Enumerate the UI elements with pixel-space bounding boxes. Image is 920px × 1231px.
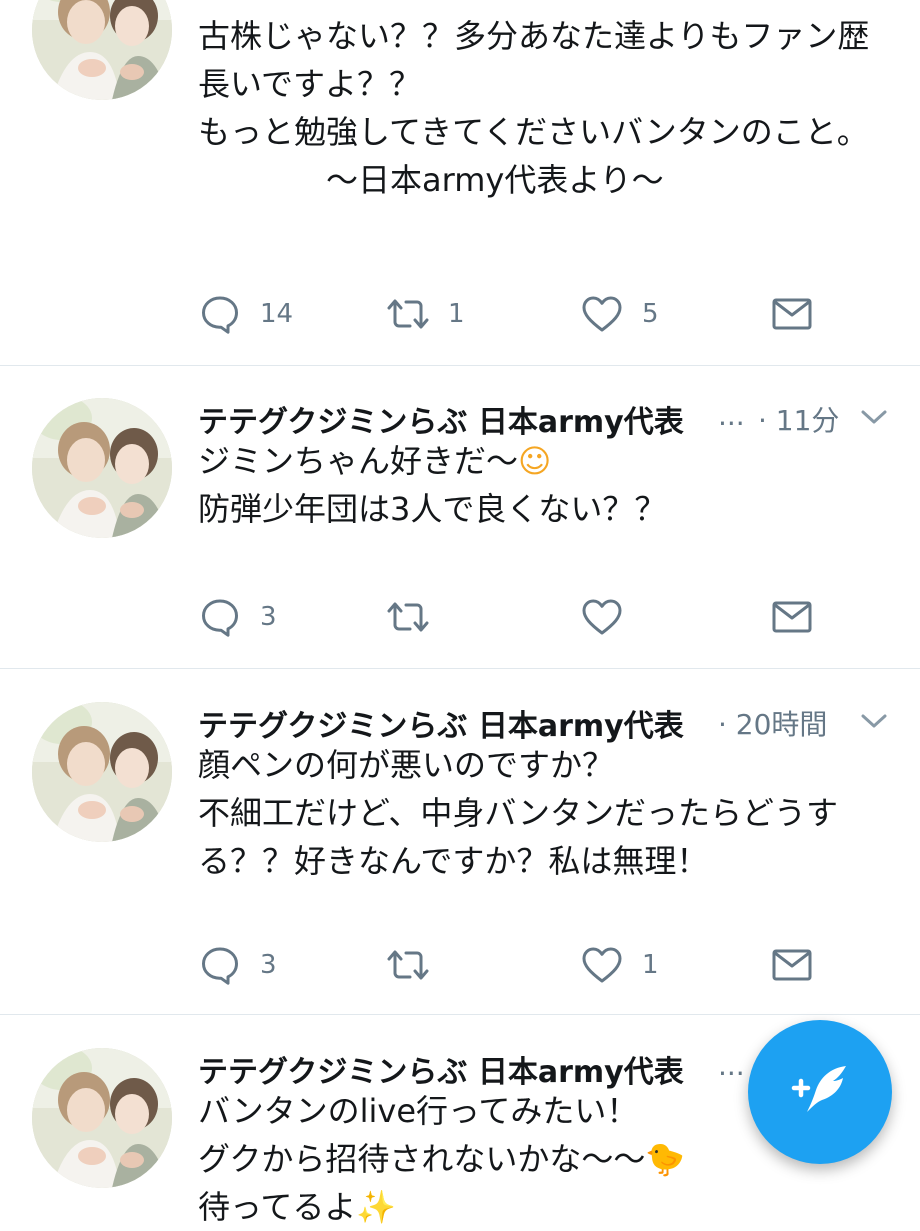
avatar[interactable] <box>32 702 172 842</box>
chick-emoji: 🐤 <box>645 1140 686 1178</box>
author-name[interactable]: テテグクジミンらぶ 日本army代表 <box>198 1047 684 1091</box>
tweet-actions: 3 <box>198 591 848 643</box>
tweet-text: ジミンちゃん好きだ〜☺ 防弾少年団は3人で良くない？？ <box>198 437 890 533</box>
tweet-text: 顔ペンの何が悪いのですか？ 不細工だけど、中身バンタンだったらどうす る？？好き… <box>198 741 890 885</box>
tweet-line: る？？好きなんですか？私は無理！ <box>198 842 709 880</box>
dm-button[interactable] <box>770 591 814 643</box>
tweet-line: もっと勉強してきてくださいバンタンのこと。 <box>198 113 869 151</box>
tweet-line: 〜日本army代表より〜 <box>262 161 664 199</box>
tweet-3[interactable]: テテグクジミンらぶ 日本army代表 · 20時間 顔ペンの何が悪いのですか？ … <box>0 669 920 1015</box>
envelope-icon <box>770 292 814 336</box>
tweet-line: 古株じゃない？？多分あなた達よりもファン歴 <box>198 17 870 55</box>
envelope-icon <box>770 943 814 987</box>
timestamp[interactable]: · 11分 <box>758 399 839 439</box>
tweet-line: 顔ペンの何が悪いのですか？ <box>198 746 615 784</box>
tweet-line-text: グクから招待されないかな〜〜 <box>198 1140 646 1178</box>
tweet-line: 防弾少年団は3人で良くない？？ <box>198 490 667 528</box>
tweet-actions: 14 1 5 <box>198 288 848 340</box>
retweet-button[interactable] <box>386 591 448 643</box>
compose-tweet-icon <box>791 1066 846 1112</box>
retweet-icon <box>386 292 430 336</box>
heart-icon <box>580 595 624 639</box>
tweet-line: 不細工だけど、中身バンタンだったらどうす <box>198 794 839 832</box>
chevron-down-icon[interactable] <box>860 407 888 427</box>
tweet-header: テテグクジミンらぶ 日本army代表 ... · 11分 <box>198 397 888 441</box>
reply-count: 14 <box>260 299 294 329</box>
smiley-emoji: ☺ <box>518 442 552 480</box>
reply-button[interactable]: 14 <box>198 288 293 340</box>
compose-tweet-button[interactable] <box>748 1020 892 1164</box>
reply-icon <box>198 595 242 639</box>
tweet-line: 待ってるよ✨ <box>198 1183 890 1231</box>
reply-button[interactable]: 3 <box>198 939 277 991</box>
chevron-down-icon[interactable] <box>860 711 888 731</box>
heart-icon <box>580 943 624 987</box>
author-name[interactable]: テテグクジミンらぶ 日本army代表 <box>198 701 684 745</box>
like-count: 5 <box>642 299 659 329</box>
name-ellipsis: ... <box>718 1049 745 1082</box>
retweet-count: 1 <box>448 299 465 329</box>
reply-button[interactable]: 3 <box>198 591 277 643</box>
tweet-header: テテグクジミンらぶ 日本army代表 · 20時間 <box>198 701 888 745</box>
reply-icon <box>198 943 242 987</box>
tweet-actions: 3 1 <box>198 939 848 991</box>
dm-button[interactable] <box>770 939 814 991</box>
avatar[interactable] <box>32 398 172 538</box>
retweet-icon <box>386 595 430 639</box>
like-button[interactable]: 1 <box>580 939 659 991</box>
retweet-button[interactable] <box>386 939 448 991</box>
retweet-icon <box>386 943 430 987</box>
tweet-2[interactable]: テテグクジミンらぶ 日本army代表 ... · 11分 ジミンちゃん好きだ〜☺… <box>0 365 920 669</box>
author-name[interactable]: テテグクジミンらぶ 日本army代表 <box>198 397 684 441</box>
avatar[interactable] <box>32 0 172 100</box>
tweet-line-text: ジミンちゃん好きだ〜 <box>198 442 519 480</box>
like-button[interactable]: 5 <box>580 288 659 340</box>
envelope-icon <box>770 595 814 639</box>
like-count: 1 <box>642 950 659 980</box>
tweet-line: 長いですよ？？ <box>198 65 422 103</box>
tweet-text: 古株じゃない？？多分あなた達よりもファン歴 長いですよ？？ もっと勉強してきてく… <box>198 12 890 204</box>
name-ellipsis: ... <box>718 399 745 432</box>
heart-icon <box>580 292 624 336</box>
tweet-1[interactable]: 古株じゃない？？多分あなた達よりもファン歴 長いですよ？？ もっと勉強してきてく… <box>0 0 920 366</box>
avatar[interactable] <box>32 1048 172 1188</box>
like-button[interactable] <box>580 591 642 643</box>
sparkle-emoji: ✨ <box>356 1188 397 1226</box>
tweet-line: ジミンちゃん好きだ〜☺ <box>198 437 890 485</box>
dm-button[interactable] <box>770 288 814 340</box>
reply-icon <box>198 292 242 336</box>
tweet-line-text: 待ってるよ <box>198 1188 357 1226</box>
retweet-button[interactable]: 1 <box>386 288 465 340</box>
reply-count: 3 <box>260 602 277 632</box>
reply-count: 3 <box>260 950 277 980</box>
timestamp[interactable]: · 20時間 <box>718 703 827 743</box>
